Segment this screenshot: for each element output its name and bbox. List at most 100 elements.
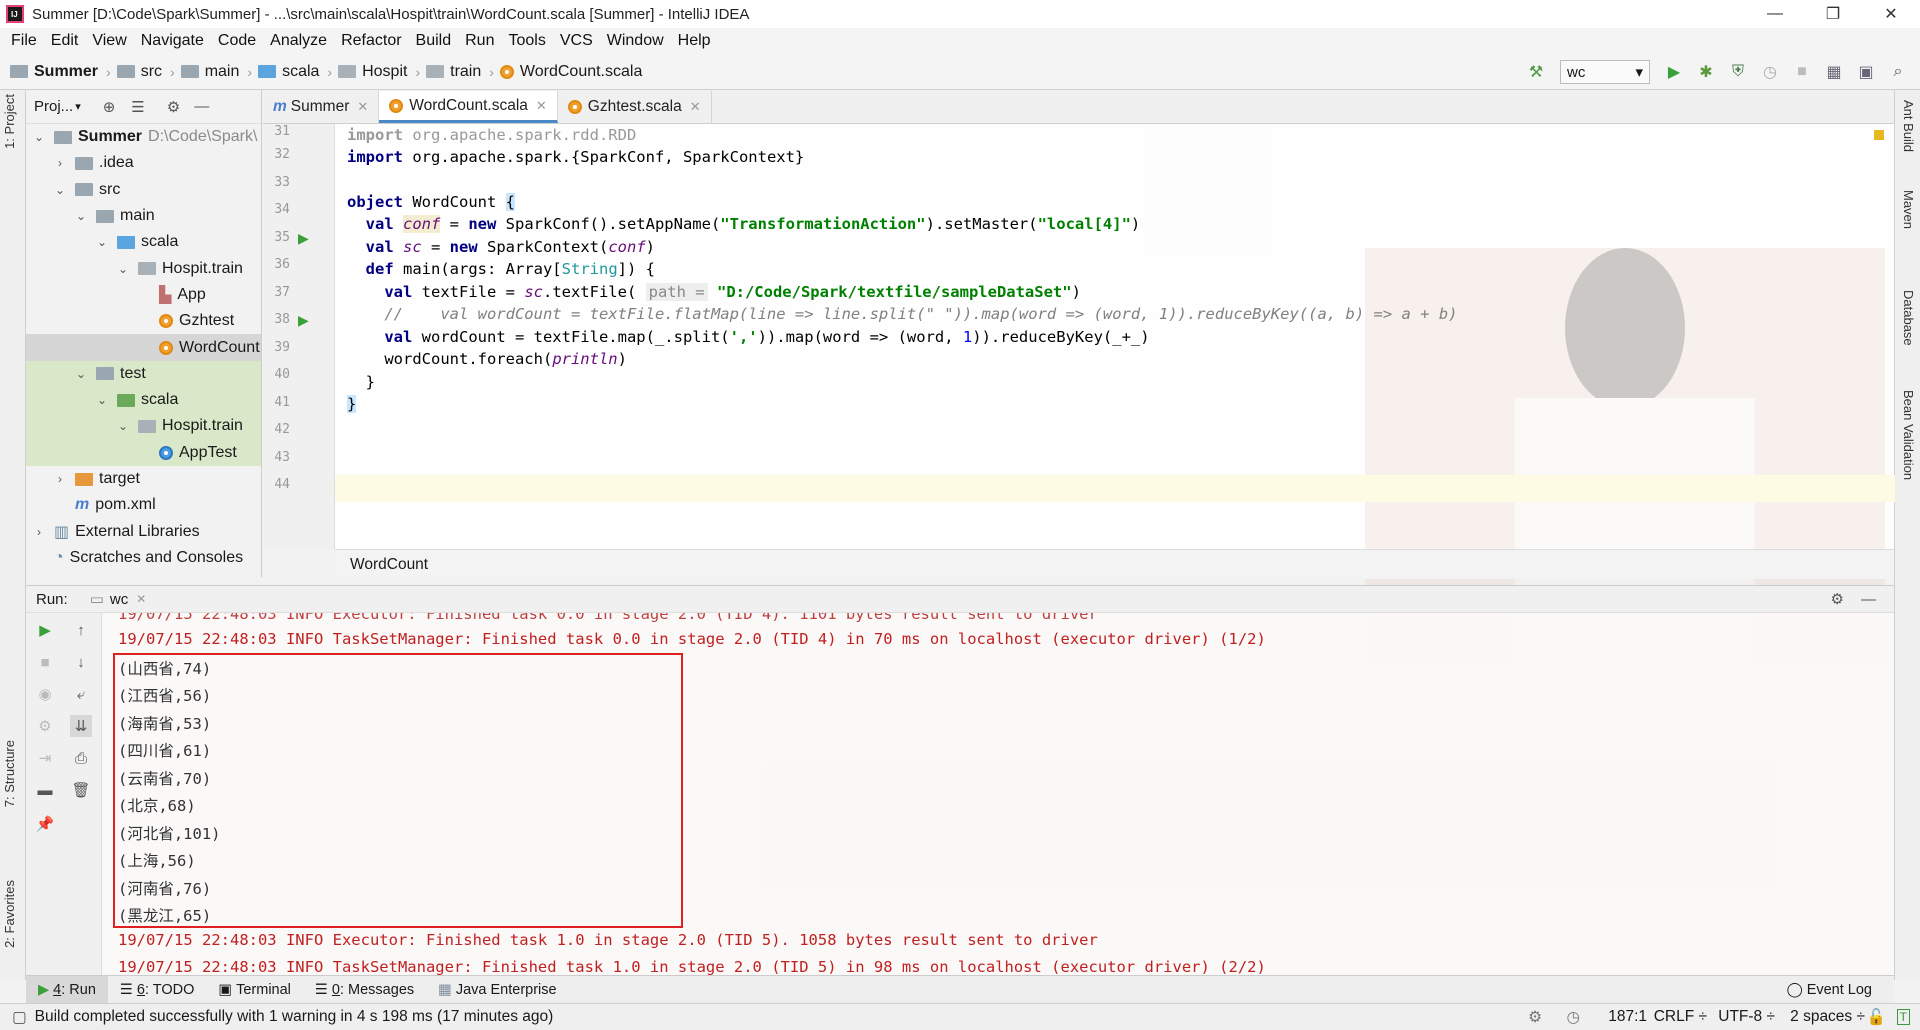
run-config-select[interactable]: wc ▾ — [1560, 60, 1650, 84]
breadcrumb-file[interactable]: WordCount.scala — [499, 63, 642, 81]
soft-wrap-icon[interactable]: ⤶ — [70, 683, 92, 705]
menu-help[interactable]: Help — [671, 32, 718, 50]
close-icon[interactable]: ✕ — [136, 592, 146, 606]
code-editor[interactable]: import org.apache.spark.rdd.RDD import o… — [335, 124, 1895, 668]
tab-todo[interactable]: ☰ 6: TODO — [108, 976, 207, 1004]
readonly-lock-icon[interactable]: 🔓 — [1867, 1008, 1886, 1027]
status-message[interactable]: Build completed successfully with 1 warn… — [35, 1008, 554, 1026]
menu-code[interactable]: Code — [211, 32, 263, 50]
tree-item[interactable]: Gzhtest — [26, 308, 261, 334]
chevron-down-icon[interactable]: ⌄ — [95, 235, 109, 249]
breadcrumb-hospit[interactable]: Hospit — [338, 63, 407, 81]
print-icon[interactable]: ⎙ — [70, 747, 92, 769]
chevron-down-icon[interactable]: ⌄ — [32, 130, 46, 144]
menu-tools[interactable]: Tools — [501, 32, 552, 50]
project-structure-icon[interactable]: ▦ — [1822, 60, 1846, 84]
console-output[interactable]: 19/07/15 22:48:03 INFO Executor: Finishe… — [102, 613, 1894, 975]
hide-icon[interactable]: — — [1861, 591, 1876, 608]
file-encoding[interactable]: UTF-8 ÷ — [1718, 1008, 1775, 1026]
menu-analyze[interactable]: Analyze — [263, 32, 334, 50]
tree-item[interactable]: ⌄ test — [26, 360, 261, 387]
chevron-right-icon[interactable]: › — [53, 156, 67, 170]
close-icon[interactable]: ✕ — [357, 99, 368, 115]
close-button[interactable]: ✕ — [1862, 0, 1920, 28]
tree-item[interactable]: ▙ App — [26, 282, 261, 308]
indent-setting[interactable]: 2 spaces ÷ — [1790, 1008, 1865, 1026]
breadcrumb-src[interactable]: src — [116, 63, 162, 81]
chevron-down-icon[interactable]: ⌄ — [116, 262, 130, 276]
tab-summer[interactable]: m Summer ✕ — [263, 91, 380, 123]
menu-navigate[interactable]: Navigate — [134, 32, 211, 50]
tree-item[interactable]: ⌄ scala — [26, 229, 261, 255]
run-icon[interactable]: ▶ — [1662, 60, 1686, 84]
camera-icon[interactable]: ◉ — [34, 683, 56, 705]
gear-icon[interactable]: ⚙ — [167, 98, 180, 116]
profile-icon[interactable]: ◷ — [1758, 60, 1782, 84]
tree-item[interactable]: ◔ Scratches and Consoles — [26, 545, 261, 571]
pin-icon[interactable]: 📌 — [34, 813, 56, 835]
ant-build-tool-tab[interactable]: Ant Build — [1901, 100, 1916, 152]
stop-icon[interactable]: ■ — [1790, 60, 1814, 84]
tab-wordcount[interactable]: WordCount.scala ✕ — [379, 91, 558, 123]
tree-item[interactable]: › target — [26, 466, 261, 492]
lock-icon[interactable]: ⚙ — [1528, 1008, 1542, 1027]
menu-edit[interactable]: Edit — [44, 32, 86, 50]
structure-tool-tab[interactable]: 7: Structure — [2, 740, 17, 807]
caret-position[interactable]: 187:1 — [1608, 1008, 1647, 1026]
search-icon[interactable]: ⌕ — [1886, 60, 1910, 84]
settings-gear-icon[interactable]: ⚙ — [34, 715, 56, 737]
favorites-tool-tab[interactable]: 2: Favorites — [2, 880, 17, 948]
chevron-down-icon[interactable]: ⌄ — [74, 367, 88, 381]
down-arrow-icon[interactable]: ↓ — [70, 651, 92, 673]
breadcrumb-summer[interactable]: Summer — [10, 63, 98, 81]
minimize-button[interactable]: — — [1746, 0, 1804, 28]
chevron-down-icon[interactable]: ⌄ — [53, 183, 67, 197]
rerun-icon[interactable]: ▶ — [34, 619, 56, 641]
hide-icon[interactable]: — — [194, 98, 209, 115]
line-separator[interactable]: CRLF ÷ — [1654, 1008, 1707, 1026]
tree-item[interactable]: ⌄ src — [26, 177, 261, 203]
menu-file[interactable]: File — [4, 32, 44, 50]
code-breadcrumb[interactable]: WordCount — [335, 549, 1894, 579]
tree-item[interactable]: m pom.xml — [26, 492, 261, 518]
menu-vcs[interactable]: VCS — [553, 32, 600, 50]
exit-icon[interactable]: ⇥ — [34, 747, 56, 769]
status-toggle-icon[interactable]: ▢ — [12, 1008, 27, 1027]
warning-marker-icon[interactable] — [1874, 130, 1884, 140]
tree-item[interactable]: ⌄ Summer D:\Code\Spark\ — [26, 124, 261, 150]
close-icon[interactable]: ✕ — [536, 98, 547, 114]
chevron-down-icon[interactable]: ⌄ — [95, 393, 109, 407]
stop-icon[interactable]: ■ — [34, 651, 56, 673]
tree-item[interactable]: › ▥ External Libraries — [26, 518, 261, 544]
up-arrow-icon[interactable]: ↑ — [70, 619, 92, 641]
tree-item[interactable]: › .idea — [26, 150, 261, 176]
clock-icon[interactable]: ◷ — [1566, 1008, 1580, 1027]
database-tool-tab[interactable]: Database — [1901, 290, 1916, 346]
maven-tool-tab[interactable]: Maven — [1901, 190, 1916, 229]
project-tool-tab[interactable]: 1: Project — [2, 94, 17, 149]
run-tab-wc[interactable]: ▭ wc ✕ — [90, 590, 147, 609]
tree-item[interactable]: AppTest — [26, 439, 261, 466]
tab-java-enterprise[interactable]: ▦ Java Enterprise — [426, 976, 568, 1004]
inspector-icon[interactable]: T — [1896, 1009, 1910, 1025]
project-view-selector[interactable]: Proj... — [34, 98, 73, 115]
tree-item[interactable]: ⌄ scala — [26, 386, 261, 414]
chevron-down-icon[interactable]: ⌄ — [74, 209, 88, 223]
tree-item[interactable]: ⌄ Hospit.train — [26, 255, 261, 281]
chevron-down-icon[interactable]: ⌄ — [116, 419, 130, 433]
scroll-to-end-icon[interactable]: ⇊ — [70, 715, 92, 737]
chevron-right-icon[interactable]: › — [32, 525, 46, 539]
tree-item[interactable]: ⌄ main — [26, 203, 261, 229]
breadcrumb-main[interactable]: main — [180, 63, 239, 81]
gear-icon[interactable]: ⚙ — [1831, 590, 1844, 608]
sdk-icon[interactable]: ▣ — [1854, 60, 1878, 84]
build-hammer-icon[interactable]: ⚒ — [1524, 60, 1548, 84]
event-log-button[interactable]: ◯ Event Log — [1774, 976, 1884, 1004]
menu-build[interactable]: Build — [409, 32, 459, 50]
tree-item[interactable]: WordCount — [26, 334, 261, 361]
tab-terminal[interactable]: ▣ Terminal — [206, 976, 303, 1004]
run-gutter-icon[interactable]: ▶ — [298, 312, 309, 329]
coverage-icon[interactable]: ⛨ — [1726, 60, 1750, 84]
menu-refactor[interactable]: Refactor — [334, 32, 408, 50]
run-gutter-icon[interactable]: ▶ — [298, 230, 309, 247]
